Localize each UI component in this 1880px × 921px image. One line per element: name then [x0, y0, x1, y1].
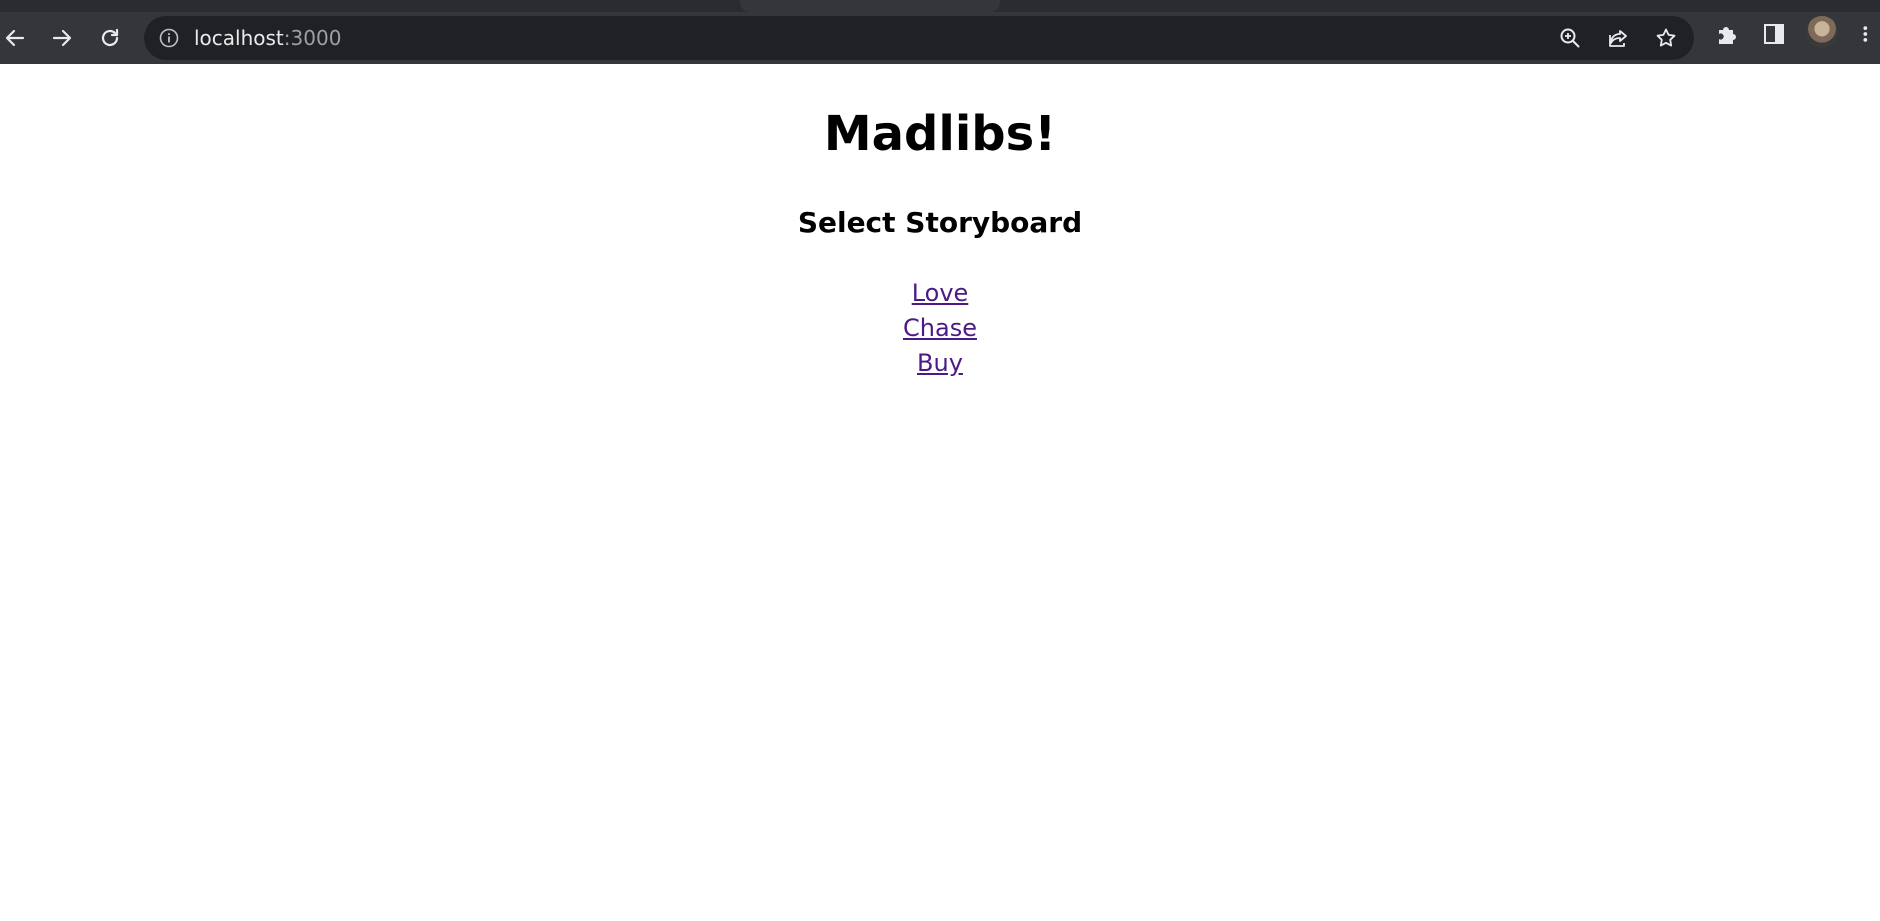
star-icon[interactable]: [1654, 26, 1678, 50]
storyboard-link-love[interactable]: Love: [912, 276, 969, 311]
tab-strip: [0, 0, 1880, 12]
side-panel-icon[interactable]: [1761, 21, 1787, 47]
page-title: Madlibs!: [823, 106, 1057, 162]
zoom-icon[interactable]: [1558, 26, 1582, 50]
forward-arrow-icon: [52, 29, 72, 47]
tab[interactable]: [740, 0, 1000, 12]
storyboard-link-buy[interactable]: Buy: [917, 346, 963, 381]
page-content: Madlibs! Select Storyboard Love Chase Bu…: [0, 64, 1880, 921]
back-button[interactable]: [1, 24, 29, 52]
back-arrow-icon: [5, 29, 25, 47]
page-subtitle: Select Storyboard: [797, 206, 1083, 239]
profile-avatar[interactable]: [1806, 16, 1838, 48]
share-icon[interactable]: [1606, 26, 1630, 50]
url-text[interactable]: localhost:3000: [194, 25, 341, 51]
storyboard-list: Love Chase Buy: [0, 276, 1880, 381]
storyboard-link-chase[interactable]: Chase: [903, 311, 977, 346]
puzzle-icon[interactable]: [1714, 21, 1740, 47]
info-icon[interactable]: [158, 27, 180, 49]
url-port: :3000: [283, 26, 342, 50]
url-host: localhost: [194, 26, 284, 50]
reload-button[interactable]: [96, 24, 124, 52]
forward-button[interactable]: [48, 24, 76, 52]
browser-chrome: localhost:3000: [0, 0, 1880, 64]
reload-icon: [101, 28, 119, 47]
browser-toolbar: localhost:3000: [0, 12, 1880, 64]
address-bar[interactable]: localhost:3000: [144, 16, 1694, 60]
kebab-menu-icon[interactable]: [1856, 21, 1878, 47]
